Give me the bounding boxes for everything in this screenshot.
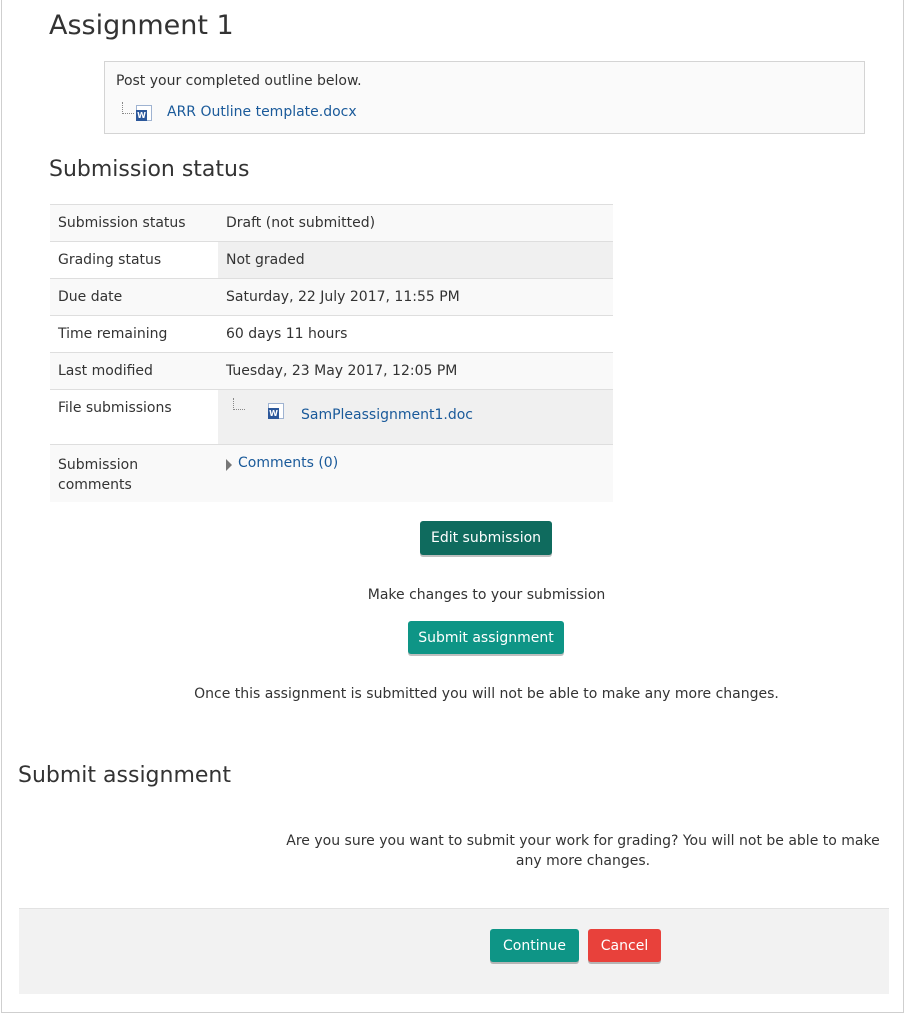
row-value: Tuesday, 23 May 2017, 12:05 PM bbox=[218, 352, 613, 390]
cancel-button[interactable]: Cancel bbox=[588, 929, 661, 962]
table-row: File submissions W SamPleassignment1.doc bbox=[50, 389, 613, 445]
row-label: File submissions bbox=[50, 389, 218, 445]
submit-assignment-button[interactable]: Submit assignment bbox=[408, 621, 564, 654]
submit-hint: Once this assignment is submitted you wi… bbox=[194, 686, 779, 702]
word-document-icon: W bbox=[136, 105, 152, 121]
table-row: Last modified Tuesday, 23 May 2017, 12:0… bbox=[50, 352, 613, 390]
row-value: 60 days 11 hours bbox=[218, 315, 613, 353]
table-row: Due date Saturday, 22 July 2017, 11:55 P… bbox=[50, 278, 613, 316]
confirm-message: Are you sure you want to submit your wor… bbox=[286, 833, 880, 869]
expand-triangle-icon bbox=[226, 459, 232, 471]
submitted-file-link[interactable]: SamPleassignment1.doc bbox=[301, 407, 473, 423]
intro-box: Post your completed outline below. W ARR… bbox=[104, 61, 865, 134]
row-label: Due date bbox=[50, 278, 218, 316]
comments-toggle[interactable]: Comments (0) bbox=[226, 455, 338, 471]
submission-status-heading: Submission status bbox=[49, 157, 250, 182]
row-value: Not graded bbox=[218, 241, 613, 279]
submit-assignment-heading: Submit assignment bbox=[18, 763, 231, 788]
comments-link[interactable]: Comments (0) bbox=[238, 455, 338, 471]
row-label: Grading status bbox=[50, 241, 218, 279]
row-label: Submission status bbox=[50, 204, 218, 242]
row-value: Saturday, 22 July 2017, 11:55 PM bbox=[218, 278, 613, 316]
intro-file-link[interactable]: ARR Outline template.docx bbox=[167, 104, 357, 120]
continue-button[interactable]: Continue bbox=[490, 929, 579, 962]
word-document-icon: W bbox=[268, 403, 284, 419]
tree-connector bbox=[233, 398, 245, 410]
row-value: Draft (not submitted) bbox=[218, 204, 613, 242]
assignment-page: Assignment 1 Post your completed outline… bbox=[1, 0, 904, 1013]
row-label: Time remaining bbox=[50, 315, 218, 353]
row-label: Last modified bbox=[50, 352, 218, 390]
table-row: Submission status Draft (not submitted) bbox=[50, 204, 613, 242]
edit-submission-button[interactable]: Edit submission bbox=[420, 521, 552, 555]
intro-text: Post your completed outline below. bbox=[116, 73, 362, 89]
edit-hint: Make changes to your submission bbox=[367, 587, 606, 603]
confirm-footer: Continue Cancel bbox=[19, 908, 889, 994]
tree-connector bbox=[122, 102, 134, 114]
row-value: W SamPleassignment1.doc bbox=[218, 389, 613, 445]
submission-status-table: Submission status Draft (not submitted) … bbox=[50, 204, 613, 502]
row-value: Comments (0) bbox=[218, 444, 613, 502]
page-title: Assignment 1 bbox=[49, 10, 234, 41]
row-label: Submission comments bbox=[50, 444, 218, 502]
table-row: Time remaining 60 days 11 hours bbox=[50, 315, 613, 353]
table-row: Grading status Not graded bbox=[50, 241, 613, 279]
table-row: Submission comments Comments (0) bbox=[50, 444, 613, 502]
